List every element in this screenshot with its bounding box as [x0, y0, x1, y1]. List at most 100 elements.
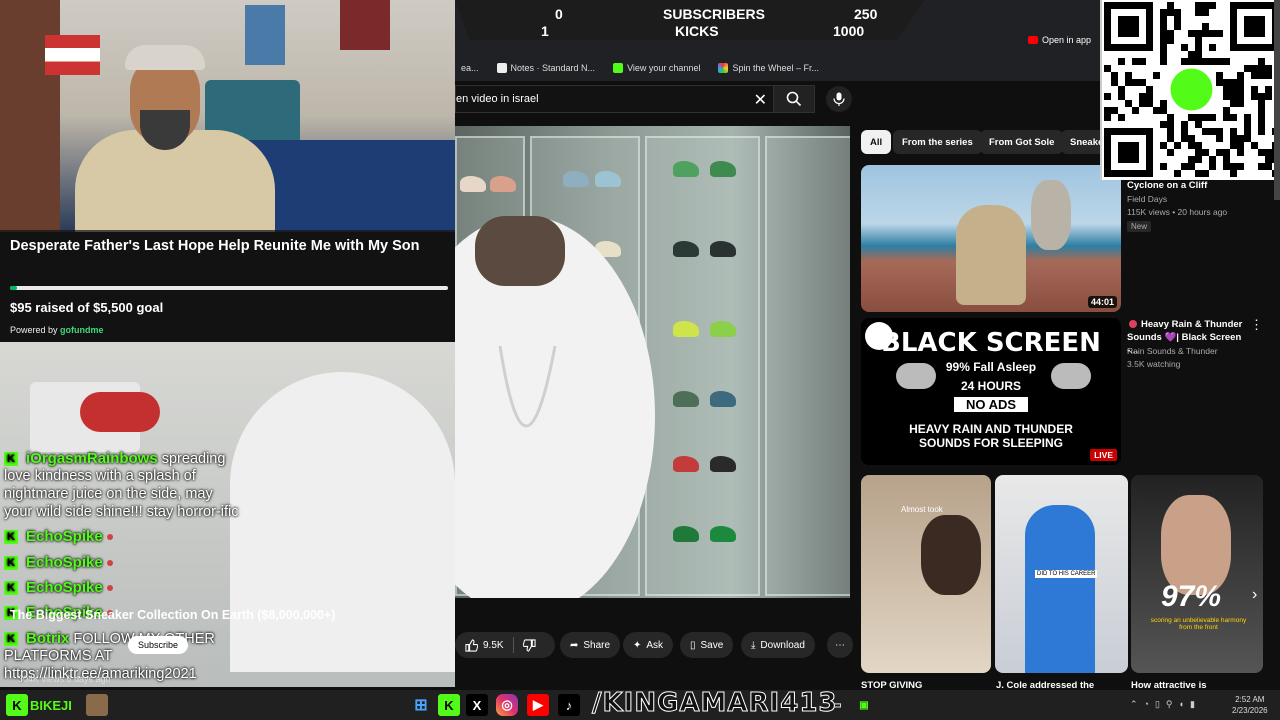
channel-name[interactable]: Field Days [1127, 193, 1167, 206]
kick-badge-icon: K [4, 530, 18, 545]
gofundme-powered-by: Powered by gofundme [10, 325, 104, 335]
chat-message: KiOrgasmRainbows spreading [4, 450, 225, 467]
kick-icon [613, 63, 624, 73]
thumbnail-sub: SOUNDS FOR SLEEPING [918, 436, 1064, 450]
bookmark-item[interactable]: ea... [455, 63, 485, 73]
subscribe-button[interactable]: Subscribe [128, 636, 188, 654]
search-value: en video in israel [456, 93, 539, 105]
share-label: Share [583, 639, 611, 651]
gofundme-progress-bar [10, 286, 448, 290]
video-duration: 44:01 [1087, 296, 1117, 308]
chat-text-continued: your wild side shine!!! stay horror-ific [4, 504, 239, 520]
voice-search-button[interactable] [826, 86, 852, 112]
chat-username: EchoSpike [26, 554, 103, 571]
channel-name[interactable]: Rain Sounds & Thunder [1127, 345, 1218, 358]
person-in-video [455, 216, 655, 598]
search-icon [786, 91, 802, 107]
download-label: Download [760, 639, 805, 651]
qr-code-image [1104, 2, 1279, 177]
thumbnail-headline: BLACK SCREEN [881, 328, 1101, 358]
shorts-thumbnail[interactable]: 97% scoring an unbelievable harmony from… [1131, 475, 1263, 673]
video-player[interactable] [455, 126, 850, 598]
more-options-icon[interactable]: ⋮ [1250, 318, 1263, 331]
chat-username: EchoSpike [26, 579, 103, 596]
more-actions-button[interactable]: ⋯ [827, 632, 853, 658]
counter-subs-current: 0 [555, 6, 563, 22]
share-icon: ➦ [570, 639, 579, 651]
shorts-caption: scoring an unbelievable harmony from the… [1150, 617, 1247, 631]
counter-kicks-current: 1 [541, 23, 549, 39]
cloud-icon [1051, 363, 1091, 389]
kick-badge-icon: K [4, 556, 18, 571]
video-title: The Biggest Sneaker Collection On Earth … [10, 608, 336, 622]
shorts-thumbnail[interactable]: Almost took [861, 475, 991, 673]
bookmark-item[interactable]: View your channel [607, 63, 706, 73]
video-meta: 3.5K watching [1127, 359, 1181, 369]
bookmark-item[interactable]: Notes · Standard N... [491, 63, 602, 73]
kick-badge-icon: K [4, 632, 18, 647]
youtube-icon [1028, 36, 1038, 44]
bookmark-label: Spin the Wheel – Fr... [732, 63, 819, 73]
video-meta: 115K views • 20 hours ago [1127, 207, 1228, 217]
chip-from-series[interactable]: From the series [893, 130, 982, 154]
streamer-webcam [0, 0, 455, 232]
system-clock[interactable]: 2:52 AM 2/23/2026 [1232, 694, 1268, 716]
windows-start-icon[interactable]: ⊞ [410, 694, 432, 716]
kick-icon[interactable]: K [438, 694, 460, 716]
bookmark-item[interactable]: Spin the Wheel – Fr... [712, 63, 825, 73]
video-thumbnail[interactable]: BLACK SCREEN 99% Fall Asleep 24 HOURS NO… [861, 318, 1121, 465]
user-avatar [86, 694, 108, 716]
gofundme-logo: gofundme [60, 325, 104, 335]
video-views: 304K views 6 days ago [18, 674, 111, 684]
open-in-app-button[interactable]: Open in app [1028, 35, 1091, 45]
sparkle-icon: ✦ [633, 639, 642, 651]
gofundme-raised: $95 raised of $5,500 goal [10, 300, 164, 315]
clear-search-icon[interactable]: ✕ [754, 90, 767, 110]
new-badge: New [1127, 221, 1152, 232]
chat-message: K EchoSpike [4, 579, 113, 596]
x-icon[interactable]: X [466, 694, 488, 716]
chat-text-continued: nightmare juice on the side, may [4, 486, 213, 502]
ask-label: Ask [646, 639, 664, 651]
share-button[interactable]: ➦ Share [560, 632, 621, 658]
chat-username: BIKEJI [30, 698, 72, 713]
download-button[interactable]: ⤓ Download [741, 632, 815, 658]
chip-all[interactable]: All [861, 130, 892, 154]
chip-from-got-sole[interactable]: From Got Sole [980, 130, 1064, 154]
chevron-right-icon[interactable]: › [1252, 586, 1257, 604]
chat-username: iOrgasmRainbows [26, 450, 158, 467]
ask-button[interactable]: ✦ Ask [623, 632, 674, 658]
instagram-icon[interactable]: ◎ [496, 694, 518, 716]
youtube-icon[interactable]: ▶ [527, 694, 549, 716]
powered-by-label: Powered by [10, 325, 58, 335]
tiktok-icon[interactable]: ♪ [558, 694, 580, 716]
filter-chips: All From the series From Got Sole Sneake [861, 130, 1113, 154]
chat-text-continued: PLATFORMS AT [4, 648, 113, 664]
counter-subs-label: SUBSCRIBERS [663, 6, 765, 22]
shorts-overlay-text: 97% [1161, 580, 1222, 613]
system-tray-icons[interactable]: ⌃◔▯⚲◖▮ [1130, 699, 1201, 710]
video-thumbnail[interactable]: 44:01 [861, 165, 1121, 312]
like-button[interactable]: 9.5K [465, 638, 504, 652]
live-badge: LIVE [1090, 449, 1117, 461]
search-input[interactable]: en video in israel ✕ [455, 85, 773, 113]
thumbs-down-icon[interactable] [522, 638, 536, 652]
thumbnail-sub: NO ADS [954, 397, 1028, 412]
search-button[interactable] [773, 85, 815, 113]
qr-code [1100, 0, 1280, 180]
chat-message: K EchoSpike [4, 554, 113, 571]
thumbs-up-icon [465, 638, 478, 652]
user-badge-icon [106, 585, 113, 592]
video-title-sidebar[interactable]: Cyclone on a Cliff [1127, 179, 1247, 192]
shorts-thumbnail[interactable]: DID TO HIS CAREER [995, 475, 1128, 673]
save-button[interactable]: ▯ Save [680, 632, 734, 658]
app-icon[interactable]: ▣ [853, 694, 875, 716]
gofundme-title: Desperate Father's Last Hope Help Reunit… [10, 238, 420, 254]
scrollbar[interactable] [1274, 0, 1280, 200]
counter-subs-goal: 250 [854, 6, 878, 22]
notes-icon [496, 63, 507, 73]
kick-icon[interactable]: K [6, 694, 28, 716]
microphone-icon [833, 92, 845, 106]
chat-username: Botrix [26, 630, 70, 647]
bookmark-label: View your channel [627, 63, 701, 73]
